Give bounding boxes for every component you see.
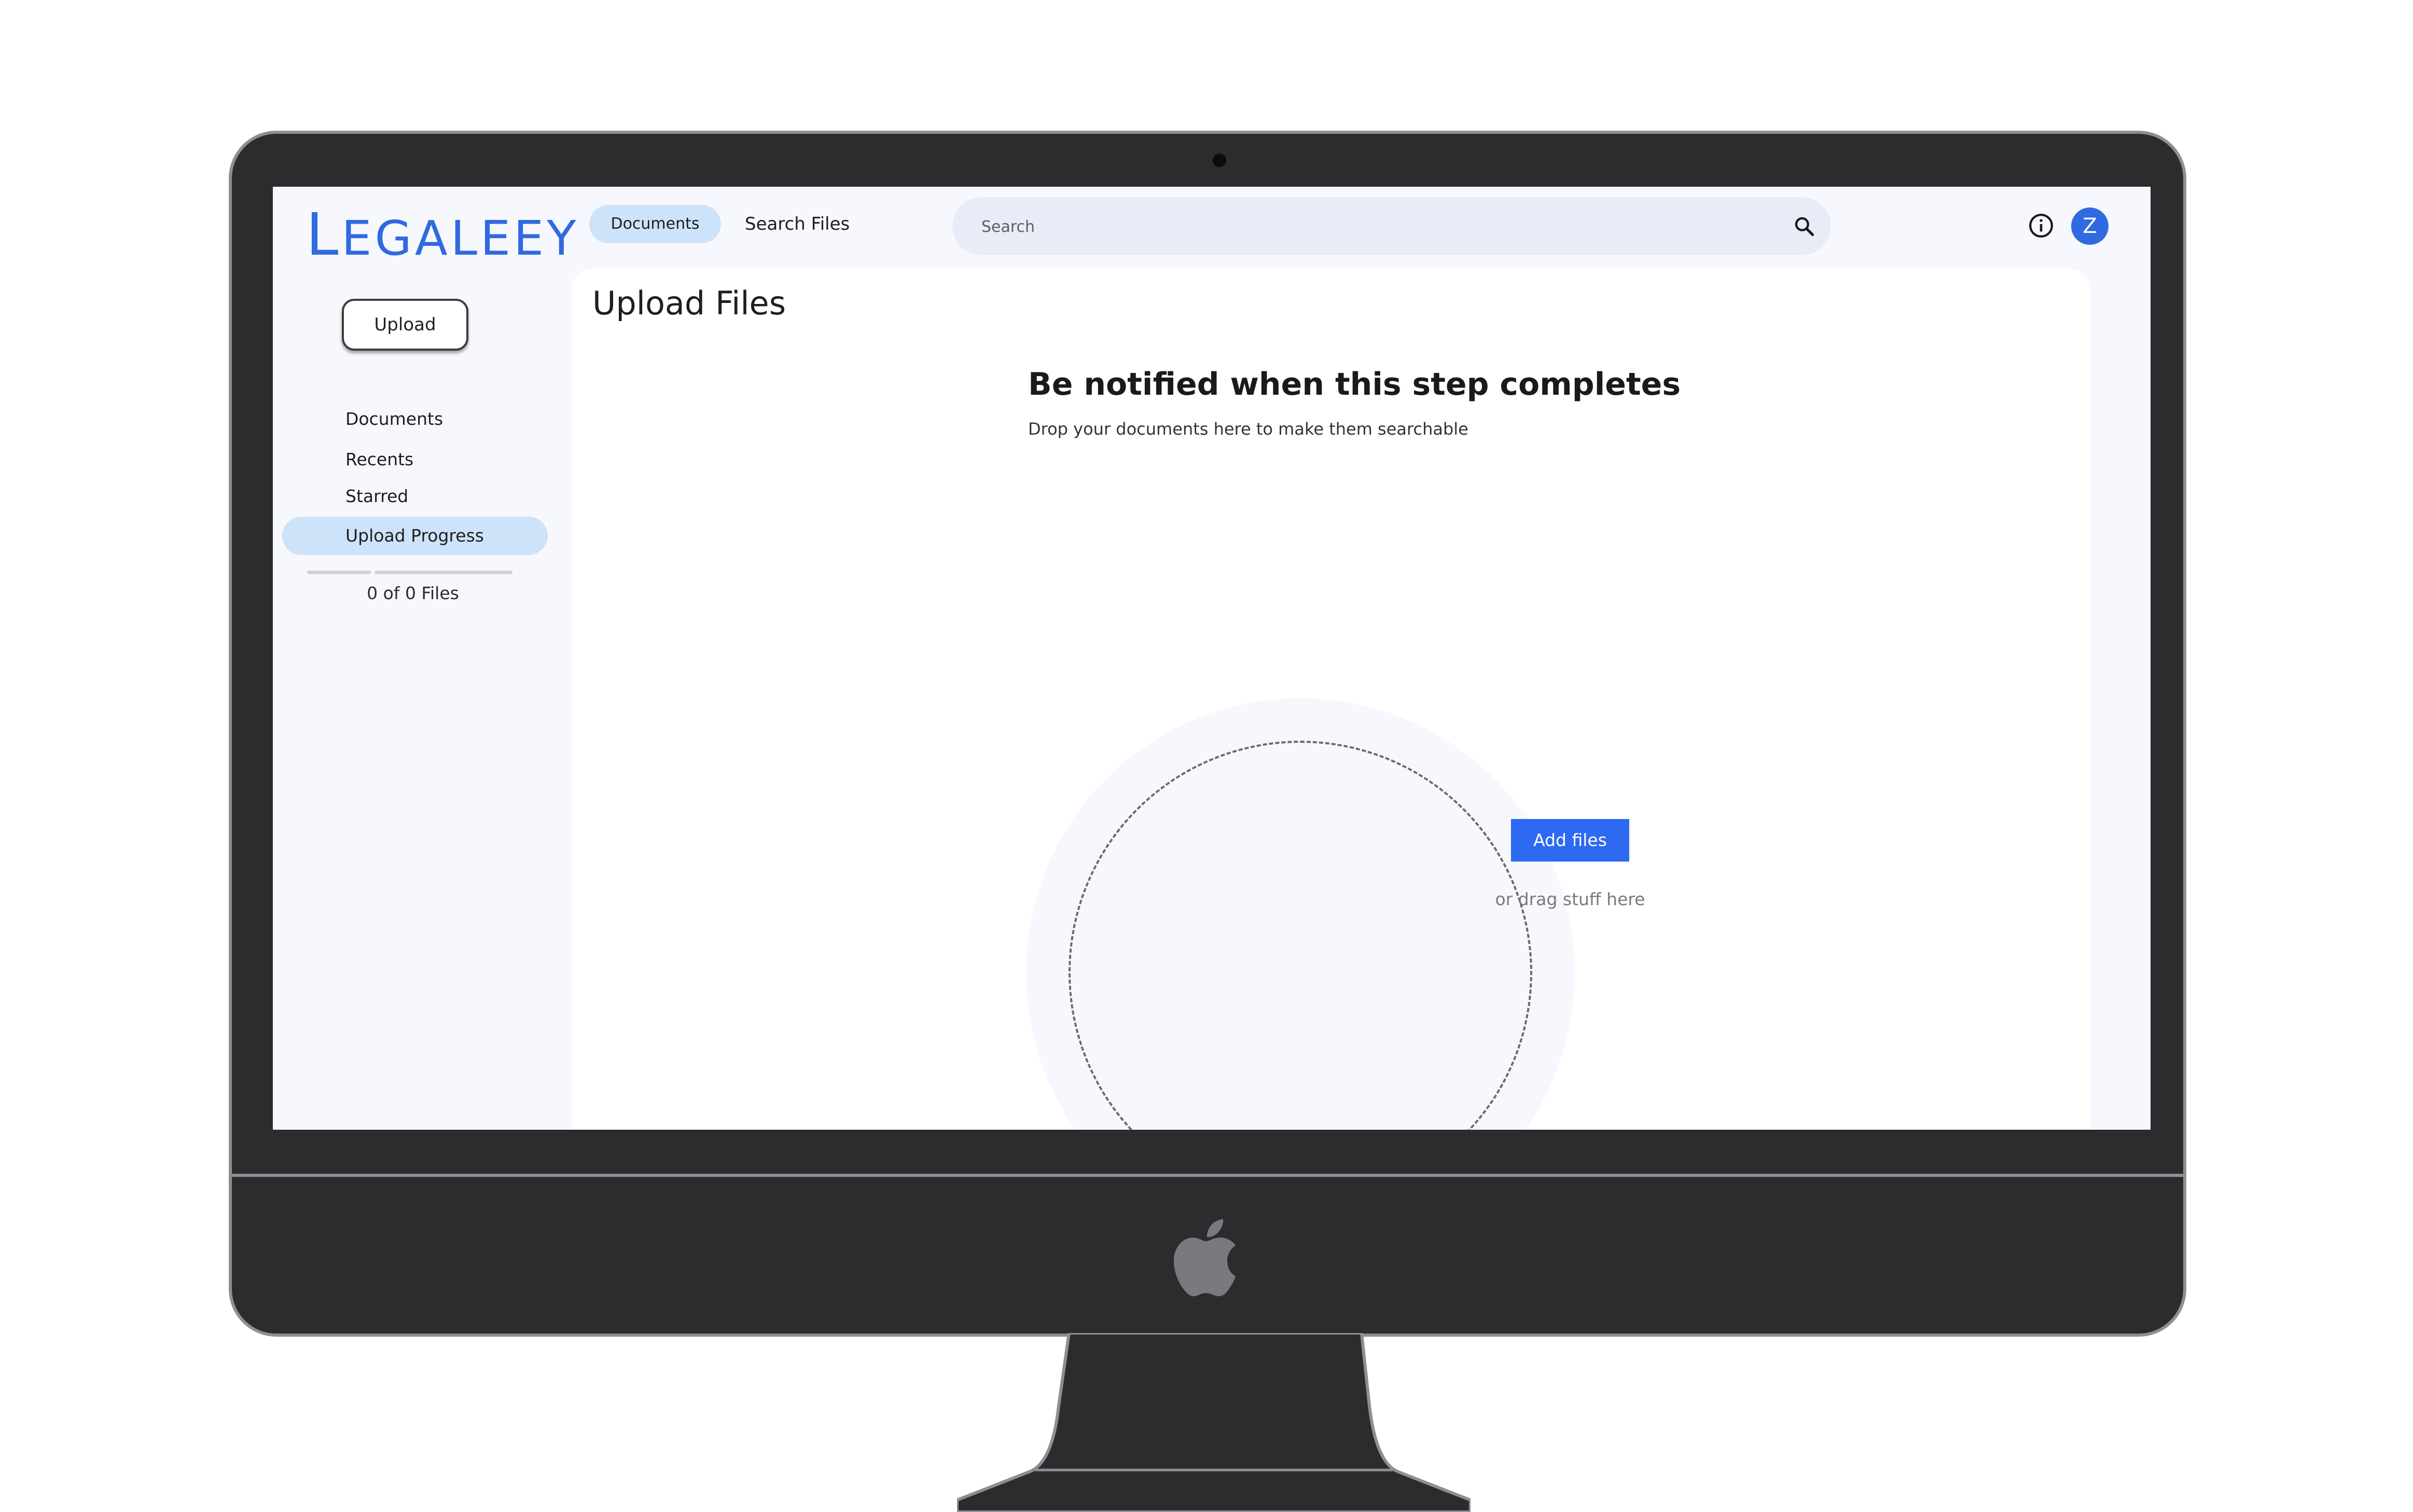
sidebar-item-starred[interactable]: Starred bbox=[345, 484, 408, 509]
app-screen: LEGALEEY Upload Documents Recents Starre… bbox=[273, 187, 2151, 1130]
camera-icon bbox=[1213, 154, 1226, 167]
add-files-button[interactable]: Add files bbox=[1511, 819, 1629, 862]
tab-search-files[interactable]: Search Files bbox=[745, 205, 850, 243]
monitor-chin-divider bbox=[232, 1174, 2183, 1177]
tab-documents[interactable]: Documents bbox=[589, 205, 721, 243]
sidebar-item-upload-progress[interactable]: Upload Progress bbox=[282, 517, 548, 555]
upload-progress-bar bbox=[307, 571, 512, 574]
upload-panel: Upload Files Be notified when this step … bbox=[572, 269, 2090, 1130]
sidebar-item-documents[interactable]: Documents bbox=[345, 407, 443, 432]
search-input[interactable] bbox=[980, 197, 1760, 256]
notify-heading: Be notified when this step completes bbox=[1028, 366, 1681, 403]
upload-progress-count: 0 of 0 Files bbox=[367, 583, 459, 603]
upload-button[interactable]: Upload bbox=[342, 299, 468, 351]
page-title: Upload Files bbox=[592, 284, 786, 322]
avatar[interactable]: Z bbox=[2071, 207, 2109, 245]
app-logo[interactable]: LEGALEEY bbox=[306, 206, 579, 266]
dropzone-dashed-circle[interactable] bbox=[1069, 741, 1532, 1130]
drag-hint: or drag stuff here bbox=[1495, 889, 1645, 909]
dropzone[interactable] bbox=[1026, 698, 1575, 1130]
search-icon[interactable] bbox=[1793, 215, 1815, 238]
notify-subtext: Drop your documents here to make them se… bbox=[1028, 419, 1468, 439]
info-icon[interactable] bbox=[2028, 213, 2054, 239]
monitor-stand bbox=[957, 1333, 1471, 1512]
sidebar-item-recents[interactable]: Recents bbox=[345, 447, 413, 472]
search-bar[interactable] bbox=[952, 197, 1831, 256]
apple-logo-icon bbox=[1173, 1219, 1236, 1296]
